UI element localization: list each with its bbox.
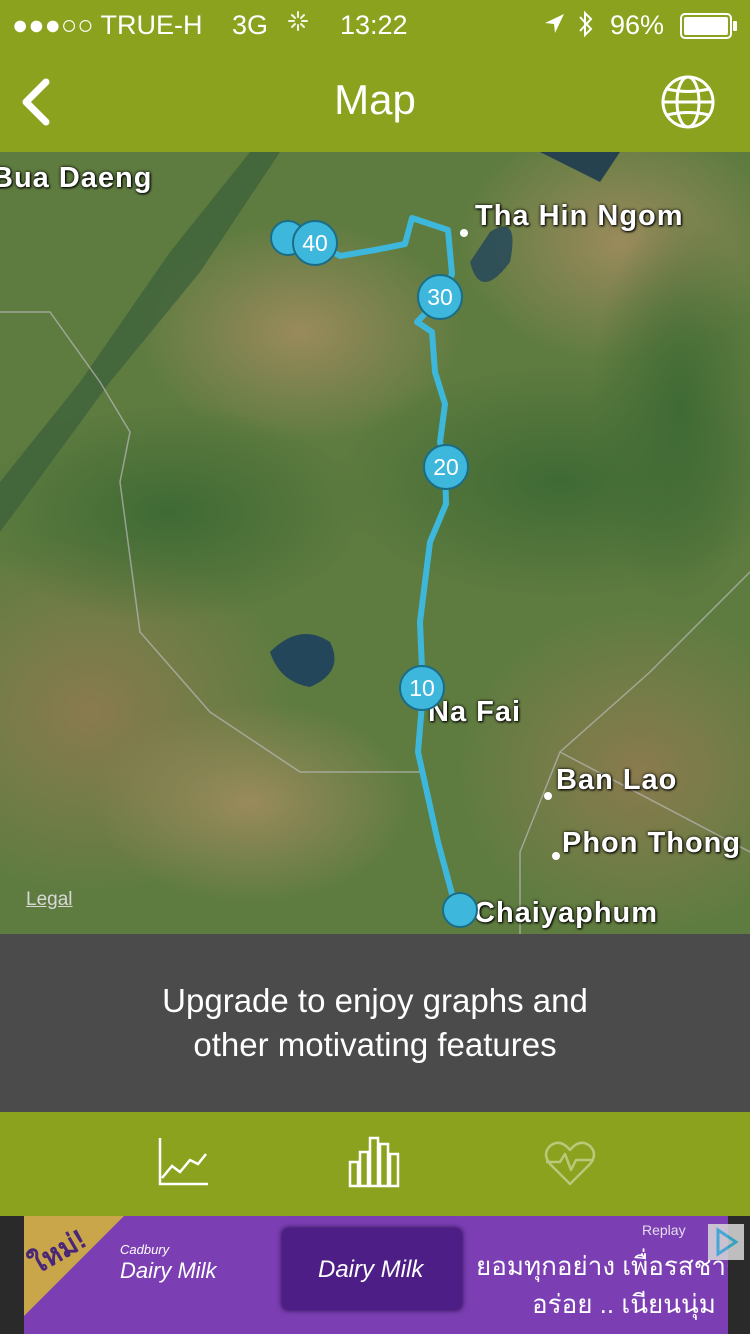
- globe-icon: [661, 75, 715, 129]
- upgrade-text-line2: other motivating features: [193, 1026, 557, 1063]
- place-label: Bua Daeng: [0, 162, 153, 194]
- ad-brand-name: Dairy Milk: [120, 1258, 217, 1283]
- page-title: Map: [334, 76, 416, 123]
- route-end-marker[interactable]: [442, 892, 478, 928]
- bluetooth-icon: [576, 8, 596, 47]
- ad-product-name: Dairy Milk: [318, 1256, 424, 1283]
- place-label: Na Fai: [428, 696, 522, 728]
- ad-brand-small: Cadbury: [120, 1242, 170, 1257]
- location-arrow-icon: [542, 10, 566, 45]
- tab-bar: [0, 1112, 750, 1216]
- place-dot: [544, 792, 552, 800]
- activity-spinner-icon: [285, 6, 311, 43]
- distance-marker[interactable]: 20: [423, 444, 469, 490]
- satellite-map: [0, 152, 750, 934]
- place-label: Chaiyaphum: [474, 897, 659, 929]
- tab-bar-chart[interactable]: [346, 1132, 406, 1192]
- place-label: Tha Hin Ngom: [475, 200, 684, 232]
- distance-marker[interactable]: 10: [399, 665, 445, 711]
- ad-creative[interactable]: ใหม่! Cadbury Dairy Milk Dairy Milk ยอมท…: [24, 1216, 728, 1334]
- ad-text-line1: ยอมทุกอย่าง เพื่อรสชาติ: [476, 1251, 728, 1281]
- ad-text-line2: อร่อย .. เนียนนุ่ม: [532, 1289, 716, 1319]
- distance-marker[interactable]: 40: [292, 220, 338, 266]
- upgrade-banner[interactable]: Upgrade to enjoy graphs and other motiva…: [0, 934, 750, 1112]
- place-label: Phon Thong: [562, 827, 742, 859]
- map-view[interactable]: Bua Daeng Tha Hin Ngom Na Fai Ban Lao Ph…: [0, 152, 750, 934]
- distance-marker[interactable]: 30: [417, 274, 463, 320]
- heart-rate-icon: [544, 1141, 596, 1186]
- carrier-label: ●●●○○ TRUE-H: [12, 10, 203, 40]
- navigation-bar: Map: [0, 52, 750, 152]
- legal-link[interactable]: Legal: [26, 889, 73, 911]
- place-dot: [552, 852, 560, 860]
- network-label: 3G: [232, 10, 269, 40]
- place-dot: [460, 229, 468, 237]
- time-label: 13:22: [340, 10, 408, 40]
- bar-chart-icon: [348, 1136, 400, 1188]
- upgrade-text-line1: Upgrade to enjoy graphs and: [162, 982, 588, 1019]
- tab-line-chart[interactable]: [152, 1132, 212, 1192]
- battery-icon: [680, 13, 738, 46]
- ad-replay-link[interactable]: Replay: [642, 1222, 686, 1238]
- battery-percent: 96%: [610, 10, 665, 40]
- map-type-button[interactable]: [656, 70, 720, 134]
- ad-choices-icon[interactable]: [708, 1224, 744, 1260]
- place-label: Ban Lao: [556, 764, 678, 796]
- advertisement-banner[interactable]: ใหม่! Cadbury Dairy Milk Dairy Milk ยอมท…: [0, 1216, 750, 1334]
- status-bar: ●●●○○ TRUE-H 3G 13:22 96%: [0, 0, 750, 52]
- line-chart-icon: [158, 1138, 208, 1186]
- tab-heart-rate[interactable]: [540, 1132, 600, 1192]
